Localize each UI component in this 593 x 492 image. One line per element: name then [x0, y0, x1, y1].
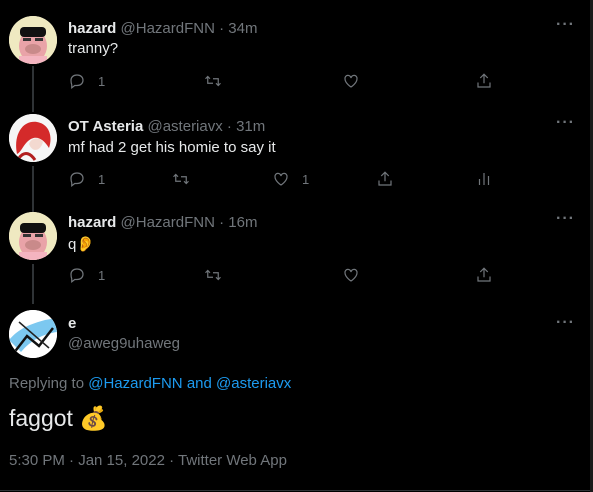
retweet-button[interactable]: [204, 266, 222, 284]
avatar[interactable]: [9, 310, 57, 358]
tweet-text: faggot 💰: [9, 405, 108, 431]
heart-icon: [344, 268, 358, 282]
thread-line: [32, 200, 34, 212]
tweet-header: hazard @HazardFNN · 16m: [68, 214, 257, 231]
reply-count: 1: [98, 267, 106, 283]
reply-count: 1: [98, 73, 106, 89]
like-button[interactable]: [342, 72, 360, 90]
sketch-avatar-icon: [9, 310, 57, 358]
thread-line: [32, 66, 34, 102]
tweet-1[interactable]: hazard @HazardFNN · 34m ··· tranny? 1: [0, 0, 593, 102]
reply-icon: [70, 74, 84, 89]
retweet-icon: [205, 269, 221, 281]
share-button[interactable]: [475, 72, 493, 90]
share-button[interactable]: [475, 266, 493, 284]
reply-mention-link[interactable]: @HazardFNN: [88, 375, 182, 392]
replying-to: Replying to @HazardFNN and @asteriavx: [9, 375, 291, 392]
reply-icon: [70, 172, 84, 187]
separator: ·: [219, 20, 225, 37]
retweet-icon: [205, 75, 221, 87]
author-handle[interactable]: @aweg9uhaweg: [68, 335, 180, 352]
analytics-icon: [478, 173, 490, 185]
tweet-actions: 1: [68, 72, 508, 92]
author-handle[interactable]: @HazardFNN: [121, 214, 215, 231]
retweet-button[interactable]: [204, 72, 222, 90]
author-name[interactable]: OT Asteria: [68, 118, 143, 135]
avatar[interactable]: [9, 212, 57, 260]
ape-avatar-icon: [9, 212, 57, 260]
tweet-time[interactable]: 34m: [228, 20, 257, 37]
more-options-icon[interactable]: ···: [556, 114, 575, 132]
author-name[interactable]: hazard: [68, 20, 116, 37]
more-options-icon[interactable]: ···: [556, 314, 575, 332]
heart-icon: [274, 172, 288, 186]
author-handle[interactable]: @HazardFNN: [121, 20, 215, 37]
tweet-text: mf had 2 get his homie to say it: [68, 139, 276, 156]
thread-line: [32, 100, 34, 112]
tweet-time[interactable]: 31m: [236, 118, 265, 135]
author-name[interactable]: hazard: [68, 214, 116, 231]
tweet-actions: 1: [68, 266, 508, 286]
tweet-3[interactable]: hazard @HazardFNN · 16m ··· q👂 1: [0, 200, 593, 304]
divider: [0, 490, 593, 491]
avatar[interactable]: [9, 16, 57, 64]
avatar[interactable]: [9, 114, 57, 162]
reply-count: 1: [98, 171, 106, 187]
thread-line: [32, 166, 34, 202]
analytics-button[interactable]: [475, 170, 493, 188]
more-options-icon[interactable]: ···: [556, 210, 575, 228]
share-icon: [477, 267, 491, 282]
tweet-2[interactable]: OT Asteria @asteriavx · 31m ··· mf had 2…: [0, 100, 593, 202]
like-count: 1: [302, 171, 310, 187]
share-icon: [477, 73, 491, 88]
anime-avatar-icon: [9, 114, 57, 162]
reply-button[interactable]: 1: [68, 72, 105, 90]
separator: ·: [219, 214, 225, 231]
author-handle[interactable]: @asteriavx: [147, 118, 222, 135]
reply-mention-and: and: [186, 375, 212, 392]
tweet-header: hazard @HazardFNN · 34m: [68, 20, 257, 37]
like-button[interactable]: [342, 266, 360, 284]
reply-mention-link[interactable]: @asteriavx: [216, 375, 291, 392]
tweet-actions: 1 1: [68, 170, 508, 190]
thread-line: [32, 264, 34, 304]
reply-icon: [70, 268, 84, 283]
tweet-header: OT Asteria @asteriavx · 31m: [68, 118, 265, 135]
replying-prefix: Replying to: [9, 375, 85, 392]
retweet-button[interactable]: [172, 170, 190, 188]
tweet-time[interactable]: 16m: [228, 214, 257, 231]
author-name[interactable]: e: [68, 315, 76, 332]
main-tweet: e @aweg9uhaweg ··· Replying to @HazardFN…: [0, 300, 593, 492]
separator: ·: [226, 118, 232, 135]
ape-avatar-icon: [9, 16, 57, 64]
tweet-timestamp[interactable]: 5:30 PM · Jan 15, 2022 · Twitter Web App: [9, 452, 287, 469]
reply-button[interactable]: 1: [68, 170, 105, 188]
reply-button[interactable]: 1: [68, 266, 105, 284]
heart-icon: [344, 74, 358, 88]
share-icon: [378, 171, 392, 186]
share-button[interactable]: [376, 170, 394, 188]
more-options-icon[interactable]: ···: [556, 16, 575, 34]
tweet-text: tranny?: [68, 40, 119, 57]
tweet-text: q👂: [68, 236, 96, 253]
retweet-icon: [173, 173, 189, 185]
like-button[interactable]: 1: [272, 170, 309, 188]
